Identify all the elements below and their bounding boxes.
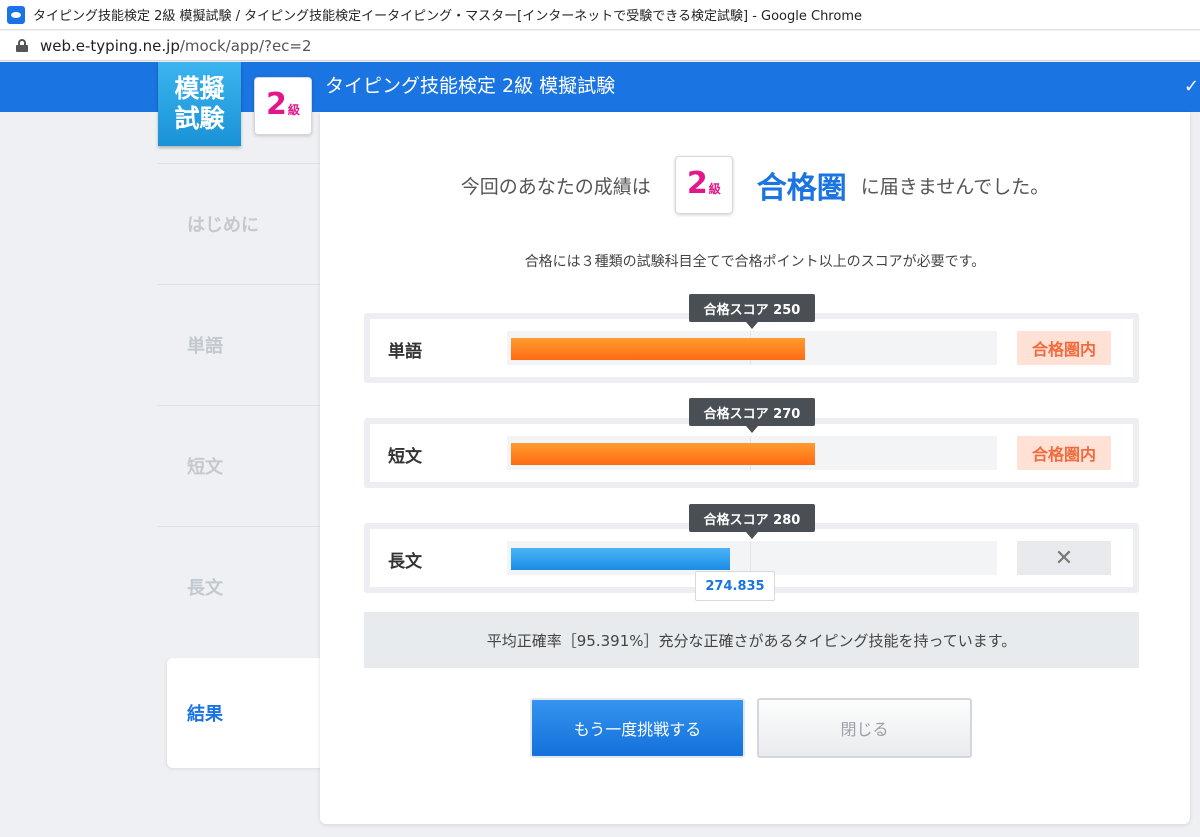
fail-x-icon: ✕ [1017,541,1111,575]
app-favicon-icon [7,5,25,24]
logo-line-2: 試験 [174,104,225,133]
result-panel: 今回のあなたの成績は 2級 合格圏 に届きませんでした。 合格には３種類の試験科… [320,112,1190,824]
close-button[interactable]: 閉じる [757,698,972,758]
grade-kyu: 級 [287,103,300,117]
url-text[interactable]: web.e-typing.ne.jp/mock/app/?ec=2 [40,37,312,55]
sidebar-item-intro[interactable]: はじめに [157,163,320,284]
score-bar-fill [511,338,805,360]
score-value-label: 274.835 [695,571,775,601]
sidebar-item-result[interactable]: 結果 [167,658,327,768]
sidebar-item-label: 結果 [187,704,223,725]
lock-icon[interactable] [16,39,28,52]
score-bar-track [507,436,997,470]
result-prefix: 今回のあなたの成績は [460,175,651,198]
score-bar-track [507,541,997,575]
subject-label: 単語 [388,342,422,362]
page-title: タイピング技能検定 2級 模擬試験 [325,75,616,97]
subject-label: 短文 [388,447,422,467]
score-bar-track [507,331,997,365]
pass-score-tooltip: 合格スコア 250 [689,294,815,329]
pass-score-tooltip: 合格スコア 270 [689,398,815,433]
sidebar-item-label: 長文 [187,578,223,599]
browser-title-bar: タイピング技能検定 2級 模擬試験 / タイピング技能検定イータイピング・マスタ… [0,0,1200,30]
status-badge: 合格圏内 [1017,436,1111,470]
url-path: /mock/app/?ec=2 [179,36,312,55]
url-host: web.e-typing.ne.jp [40,36,180,55]
sidebar-item-short-text[interactable]: 短文 [157,405,320,526]
pass-score-tooltip: 合格スコア 280 [689,504,815,539]
result-suffix: に届きませんでした。 [860,175,1050,198]
result-summary: 今回のあなたの成績は 2級 合格圏 に届きませんでした。 [320,156,1190,214]
result-grade-badge: 2級 [674,156,733,214]
grade-kyu: 級 [708,182,721,196]
window-title: タイピング技能検定 2級 模擬試験 / タイピング技能検定イータイピング・マスタ… [33,9,862,24]
score-bar-fill [511,548,730,570]
score-bar-fill [511,443,815,465]
pass-line-marker [750,541,751,575]
check-icon[interactable]: ✓ [1184,76,1200,96]
grade-number: 2 [266,87,287,122]
retry-button[interactable]: もう一度挑戦する [530,698,745,758]
logo-line-1: 模擬 [174,74,225,103]
grade-number: 2 [686,166,708,201]
sidebar: はじめに 単語 短文 長文 結果 [157,163,327,768]
accuracy-message: 平均正確率［95.391%］充分な正確さがあるタイピング技能を持っています。 [364,612,1139,668]
mock-exam-logo: 模擬 試験 [158,62,241,146]
sidebar-item-long-text[interactable]: 長文 [157,526,320,647]
sidebar-item-label: はじめに [187,215,259,236]
grade-badge: 2級 [254,77,312,135]
sidebar-item-words[interactable]: 単語 [157,284,320,405]
sidebar-item-label: 単語 [187,336,223,357]
sidebar-item-label: 短文 [187,457,223,478]
address-bar[interactable]: web.e-typing.ne.jp/mock/app/?ec=2 [0,31,1200,61]
subject-label: 長文 [388,552,422,572]
pass-zone-label: 合格圏 [756,171,847,206]
status-badge: 合格圏内 [1017,331,1111,365]
requirement-note: 合格には３種類の試験科目全てで合格ポイント以上のスコアが必要です。 [524,254,986,270]
